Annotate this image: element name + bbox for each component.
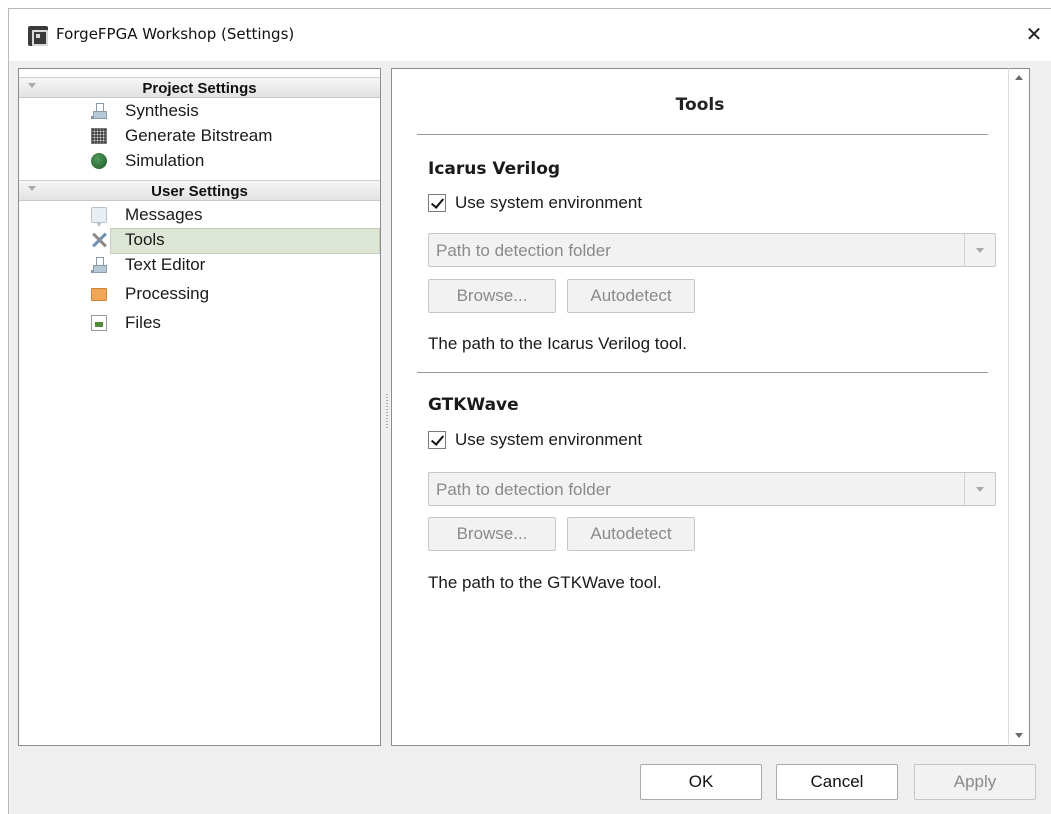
combo-placeholder: Path to detection folder [436, 241, 611, 260]
app-logo-icon [28, 26, 48, 46]
icarus-help-text: The path to the Icarus Verilog tool. [428, 334, 687, 353]
icarus-autodetect-button: Autodetect [567, 279, 695, 313]
checkbox-checked-icon[interactable] [428, 194, 446, 212]
gtkwave-path-combo: Path to detection folder [428, 472, 996, 506]
chevron-down-icon [964, 234, 995, 266]
tree-group-label: Project Settings [142, 80, 257, 97]
tree-item-label: Tools [125, 230, 165, 249]
close-button[interactable]: ✕ [1021, 21, 1047, 47]
gtkwave-browse-button: Browse... [428, 517, 556, 551]
icarus-path-combo: Path to detection folder [428, 233, 996, 267]
tree-item-text-editor[interactable]: Text Editor [19, 253, 380, 277]
scroll-down-arrow-icon[interactable] [1009, 727, 1029, 745]
grid-icon [91, 128, 107, 144]
tree-item-label: Text Editor [125, 255, 206, 274]
tree-item-label: Messages [125, 205, 203, 224]
vertical-scrollbar[interactable] [1008, 68, 1030, 746]
section-title-gtkwave: GTKWave [428, 395, 519, 415]
gtkwave-autodetect-button: Autodetect [567, 517, 695, 551]
ok-button[interactable]: OK [640, 764, 762, 800]
scroll-up-arrow-icon[interactable] [1009, 69, 1029, 87]
flask-icon [91, 103, 107, 119]
section-title-icarus-verilog: Icarus Verilog [428, 159, 561, 179]
tree-group-label: User Settings [151, 183, 248, 200]
tree-item-simulation[interactable]: Simulation [19, 149, 380, 173]
tree-item-label: Files [125, 313, 161, 332]
tree-group-user-settings[interactable]: User Settings [19, 180, 380, 201]
file-icon [91, 315, 107, 331]
tree-item-files[interactable]: Files [19, 311, 380, 335]
checkbox-label: Use system environment [455, 430, 643, 449]
flask-icon [91, 257, 107, 273]
window-title: ForgeFPGA Workshop (Settings) [56, 25, 295, 43]
wrench-screwdriver-icon [91, 232, 107, 248]
tree-item-label: Processing [125, 284, 210, 303]
cancel-button[interactable]: Cancel [776, 764, 898, 800]
tree-item-synthesis[interactable]: Synthesis [19, 99, 380, 123]
tree-item-label: Simulation [125, 151, 205, 170]
checkbox-label: Use system environment [455, 193, 643, 212]
tree-item-messages[interactable]: Messages [19, 203, 380, 227]
tree-group-project-settings[interactable]: Project Settings [19, 77, 380, 98]
tree-item-label: Generate Bitstream [125, 126, 273, 145]
chevron-down-icon [964, 473, 995, 505]
globe-icon [91, 153, 107, 169]
panel-title: Tools [675, 95, 725, 115]
tree-item-generate-bitstream[interactable]: Generate Bitstream [19, 124, 380, 148]
tree-item-tools[interactable]: Tools [19, 228, 380, 254]
speech-bubble-icon [91, 207, 107, 227]
checkbox-checked-icon[interactable] [428, 431, 446, 449]
combo-placeholder: Path to detection folder [436, 480, 611, 499]
folder-icon [91, 288, 107, 301]
icarus-browse-button: Browse... [428, 279, 556, 313]
splitter-handle[interactable] [386, 394, 388, 428]
tools-settings-panel: Tools Icarus Verilog Use system environm… [391, 68, 1008, 746]
apply-button: Apply [914, 764, 1036, 800]
settings-tree: Project Settings Synthesis Generate Bits… [18, 68, 381, 746]
tree-item-label: Synthesis [125, 101, 199, 120]
gtkwave-help-text: The path to the GTKWave tool. [428, 573, 662, 592]
divider [417, 134, 988, 135]
divider [417, 372, 988, 373]
title-bar: ForgeFPGA Workshop (Settings) ✕ [9, 9, 1051, 61]
tree-item-processing[interactable]: Processing [19, 282, 380, 306]
